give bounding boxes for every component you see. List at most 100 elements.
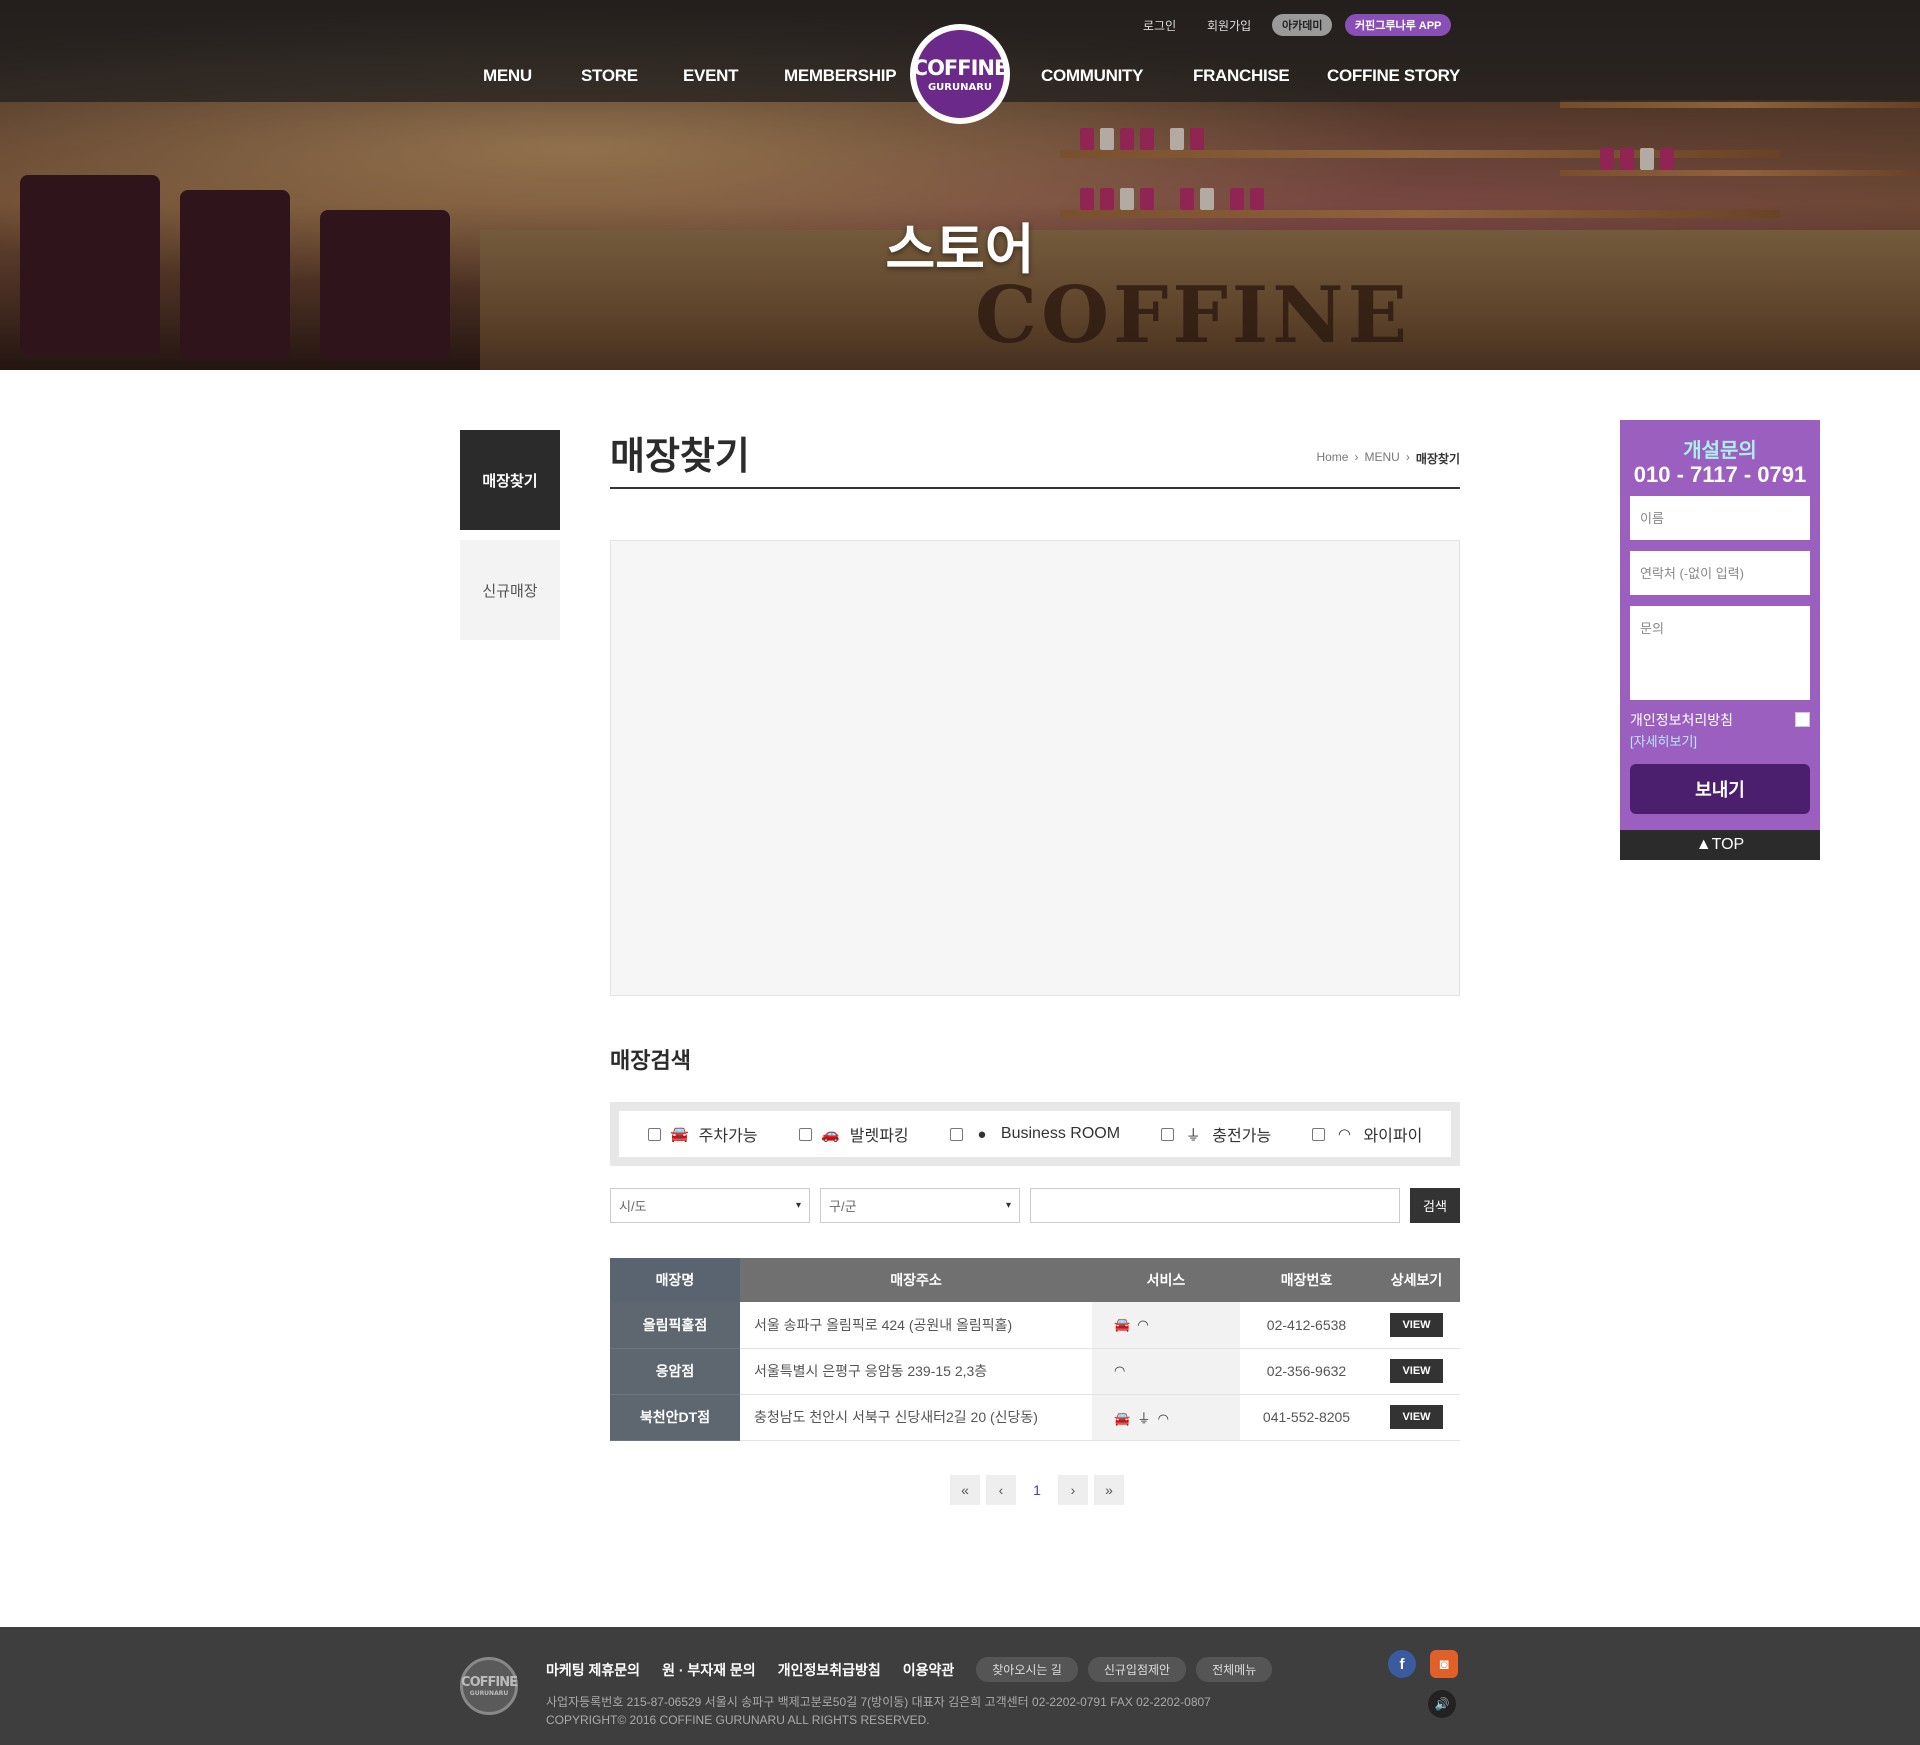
franchise-inquiry-form: 개설문의 010 - 7117 - 0791 이름 연락처 (-없이 입력) 문… [1620,420,1820,830]
parking-checkbox[interactable] [647,1127,661,1141]
prev-page-button[interactable]: ‹ [986,1475,1016,1505]
send-button[interactable]: 보내기 [1630,764,1810,814]
filter-business-room[interactable]: ● Business ROOM [949,1125,1120,1143]
store-table: 매장명 매장주소 서비스 매장번호 상세보기 올림픽홀점 서울 송파구 올림픽로… [610,1258,1460,1441]
page-title: 매장찾기 [610,434,750,478]
chevron-down-icon: ▾ [795,1200,801,1211]
wifi-checkbox[interactable] [1312,1127,1326,1141]
car-icon: 🚘 [1114,1316,1131,1332]
inquiry-phone: 010 - 7117 - 0791 [1633,462,1807,487]
nav-franchise[interactable]: FRANCHISE [1193,66,1290,86]
filter-wifi[interactable]: ◠ 와이파이 [1312,1122,1422,1146]
facebook-icon[interactable]: f [1388,1650,1416,1678]
subnav-store-finder[interactable]: 매장찾기 [460,430,560,530]
valet-checkbox[interactable] [798,1127,812,1141]
store-name: 북천안DT점 [610,1394,740,1441]
pagination: « ‹ 1 › » [950,1475,1124,1505]
breadcrumb-home[interactable]: Home [1316,450,1348,467]
store-services: 🚘 ◠ [1092,1302,1240,1349]
car-icon: 🚘 [1114,1410,1131,1426]
hero-banner: COFFINE 로그인 회원가입 아카데미 커핀그루나루 APP MENU ST… [0,0,1920,370]
academy-button[interactable]: 아카데미 [1272,14,1333,36]
store-services: ◠ [1092,1348,1240,1395]
footer-link-terms[interactable]: 이용약관 [903,1660,955,1680]
store-address: 서울특별시 은평구 응암동 239-15 2,3층 [740,1348,1092,1395]
contact-field[interactable]: 연락처 (-없이 입력) [1630,551,1810,595]
store-search-input[interactable] [1030,1188,1400,1223]
instagram-icon[interactable]: ◙ [1430,1650,1458,1678]
nav-event[interactable]: EVENT [683,66,738,86]
store-name: 올림픽홀점 [610,1302,740,1349]
nav-coffine-story[interactable]: COFFINE STORY [1327,66,1460,86]
col-header-detail: 상세보기 [1373,1258,1460,1302]
search-row: 시/도 ▾ 구/군 ▾ 검색 [610,1188,1460,1223]
search-button[interactable]: 검색 [1410,1188,1460,1223]
store-phone: 02-356-9632 [1240,1348,1373,1395]
chevron-down-icon: ▾ [1005,1200,1011,1211]
store-map[interactable] [610,540,1460,996]
scroll-top-button[interactable]: ▲TOP [1620,830,1820,860]
chevron-right-icon: › [1405,450,1410,464]
col-header-phone: 매장번호 [1240,1258,1373,1302]
wifi-icon: ◠ [1337,1126,1351,1143]
service-filter: 🚘 주차가능 🚗 발렛파킹 ● Business ROOM ⏚ 충전가능 ◠ 와… [610,1102,1460,1166]
footer-new-store-button[interactable]: 신규입점제안 [1087,1657,1187,1682]
store-services: 🚘 ⏚ ◠ [1092,1394,1240,1441]
view-button[interactable]: VIEW [1390,1312,1443,1337]
brand-logo[interactable]: COFFINE GURUNARU [910,24,1010,124]
page-number[interactable]: 1 [1022,1475,1052,1505]
nav-community[interactable]: COMMUNITY [1041,66,1143,86]
footer: COFFINE GURUNARU 마케팅 제휴문의 원 · 부자재 문의 개인정… [0,1627,1920,1745]
footer-all-menu-button[interactable]: 전체메뉴 [1196,1657,1273,1682]
footer-link-materials[interactable]: 원 · 부자재 문의 [662,1660,756,1680]
privacy-more-link[interactable]: [자세히보기] [1630,731,1697,750]
filter-valet[interactable]: 🚗 발렛파킹 [798,1122,909,1146]
signup-link[interactable]: 회원가입 [1207,14,1251,36]
privacy-label: 개인정보처리방침 [1630,712,1734,728]
nav-menu[interactable]: MENU [483,66,532,86]
next-page-button[interactable]: › [1058,1475,1088,1505]
last-page-button[interactable]: » [1094,1475,1124,1505]
first-page-button[interactable]: « [950,1475,980,1505]
car-icon: 🚘 [670,1126,689,1143]
breadcrumb-menu[interactable]: MENU [1364,450,1399,467]
wifi-icon: ◠ [1114,1363,1126,1378]
nav-membership[interactable]: MEMBERSHIP [784,66,897,86]
wifi-icon: ◠ [1157,1410,1170,1426]
valet-icon: 🚗 [821,1126,841,1143]
business-room-checkbox[interactable] [949,1127,963,1141]
district-select[interactable]: 구/군 ▾ [820,1188,1020,1223]
privacy-checkbox[interactable] [1795,712,1810,727]
col-header-address: 매장주소 [740,1258,1092,1302]
charging-checkbox[interactable] [1161,1127,1175,1141]
message-field[interactable]: 문의 [1630,606,1810,700]
view-button[interactable]: VIEW [1390,1405,1443,1429]
table-row: 북천안DT점 충청남도 천안시 서북구 신당새터2길 20 (신당동) 🚘 ⏚ … [610,1394,1460,1441]
nav-store[interactable]: STORE [581,66,638,86]
chevron-right-icon: › [1354,450,1359,464]
hero-title: 스토어 [885,218,1035,281]
subnav-new-stores[interactable]: 신규매장 [460,540,560,640]
footer-directions-button[interactable]: 찾아오시는 길 [976,1657,1078,1682]
footer-logo: COFFINE GURUNARU [460,1657,518,1715]
city-select[interactable]: 시/도 ▾ [610,1188,810,1223]
filter-charging[interactable]: ⏚ 충전가능 [1161,1122,1271,1146]
store-name: 응암점 [610,1348,740,1395]
table-row: 올림픽홀점 서울 송파구 올림픽로 424 (공원내 올림픽홀) 🚘 ◠ 02-… [610,1302,1460,1349]
wifi-icon: ◠ [1137,1316,1149,1332]
name-field[interactable]: 이름 [1630,496,1810,540]
footer-link-marketing[interactable]: 마케팅 제휴문의 [546,1660,640,1680]
app-button[interactable]: 커핀그루나루 APP [1345,14,1452,36]
footer-link-privacy[interactable]: 개인정보취급방침 [778,1660,881,1680]
person-icon: ● [977,1125,987,1143]
store-address: 충청남도 천안시 서북구 신당새터2길 20 (신당동) [740,1394,1092,1441]
inquiry-title: 개설문의 [1683,438,1757,462]
filter-parking[interactable]: 🚘 주차가능 [647,1122,758,1146]
search-section-title: 매장검색 [610,1049,691,1074]
plug-icon: ⏚ [1137,1410,1151,1426]
breadcrumb: Home › MENU › 매장찾기 [1316,450,1460,467]
login-link[interactable]: 로그인 [1143,14,1176,36]
view-button[interactable]: VIEW [1390,1359,1443,1383]
footer-company-info: 사업자등록번호 215-87-06529 서울시 송파구 백제고분로50길 7(… [546,1695,1211,1727]
sound-icon[interactable]: 🔊 [1428,1690,1456,1718]
